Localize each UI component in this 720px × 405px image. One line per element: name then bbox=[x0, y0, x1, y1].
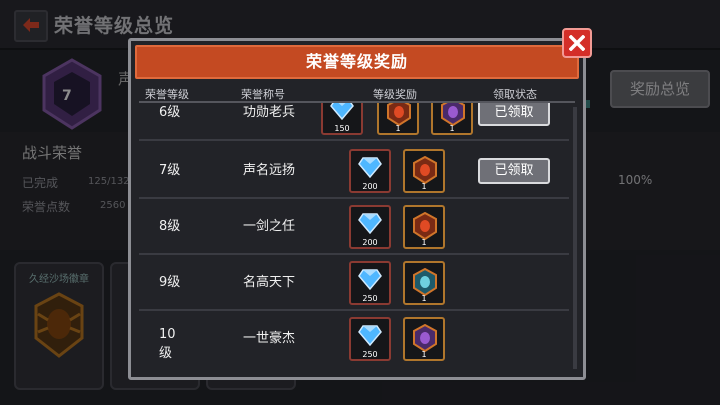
reward-count: 200 bbox=[362, 238, 378, 247]
teal-crest-icon bbox=[413, 268, 437, 296]
reward-slot[interactable]: 1 bbox=[403, 205, 445, 249]
reward-count: 150 bbox=[334, 124, 350, 133]
reward-modal: 荣誉等级奖励 荣誉等级 荣誉称号 等级奖励 领取状态 6级 功勋老兵 150 1… bbox=[128, 38, 586, 380]
list-item: 9级 名高天下 250 1 bbox=[139, 257, 569, 311]
modal-title-bar: 荣誉等级奖励 bbox=[135, 45, 579, 79]
reward-slot[interactable]: 200 bbox=[349, 205, 391, 249]
row-level: 10级 bbox=[159, 327, 176, 361]
purple-crest-icon bbox=[413, 324, 437, 352]
row-title: 名高天下 bbox=[242, 275, 295, 290]
red-crest-icon bbox=[413, 156, 437, 184]
reward-count: 1 bbox=[395, 124, 401, 133]
col-header-level: 荣誉等级 bbox=[145, 88, 189, 101]
list-item: 6级 功勋老兵 150 1 1 已领取 bbox=[139, 103, 569, 141]
col-header-reward: 等级奖励 bbox=[373, 88, 417, 101]
reward-count: 200 bbox=[362, 182, 378, 191]
close-icon bbox=[569, 35, 585, 51]
diamond-icon bbox=[358, 269, 382, 290]
claimed-button[interactable]: 已领取 bbox=[478, 158, 550, 184]
list-item: 8级 一剑之任 200 1 bbox=[139, 201, 569, 255]
claimed-button[interactable]: 已领取 bbox=[478, 103, 550, 126]
reward-count: 250 bbox=[362, 350, 378, 359]
purple-crest-icon bbox=[441, 103, 465, 126]
list-item: 10级 一世豪杰 250 1 bbox=[139, 313, 569, 367]
reward-slot[interactable]: 250 bbox=[349, 261, 391, 305]
reward-list[interactable]: 6级 功勋老兵 150 1 1 已领取 7级 声名远扬 200 1 已领取 8级… bbox=[139, 103, 569, 373]
row-divider bbox=[139, 139, 569, 141]
reward-slot[interactable]: 1 bbox=[431, 103, 473, 135]
reward-slot[interactable]: 1 bbox=[403, 149, 445, 193]
col-header-status: 领取状态 bbox=[493, 88, 537, 101]
reward-count: 1 bbox=[421, 238, 427, 247]
row-level: 9级 bbox=[159, 275, 181, 290]
reward-count: 1 bbox=[421, 182, 427, 191]
row-title: 功勋老兵 bbox=[242, 105, 295, 120]
row-level: 8级 bbox=[159, 219, 181, 234]
row-level: 7级 bbox=[159, 163, 181, 178]
red-crest-icon bbox=[413, 212, 437, 240]
reward-count: 1 bbox=[421, 350, 427, 359]
list-scrollbar[interactable] bbox=[573, 107, 577, 369]
reward-count: 1 bbox=[421, 294, 427, 303]
red-crest-icon bbox=[387, 103, 411, 126]
col-header-title: 荣誉称号 bbox=[241, 88, 285, 101]
reward-count: 250 bbox=[362, 294, 378, 303]
diamond-icon bbox=[358, 213, 382, 234]
reward-slot[interactable]: 250 bbox=[349, 317, 391, 361]
reward-count: 1 bbox=[449, 124, 455, 133]
diamond-icon bbox=[330, 103, 354, 120]
row-title: 一剑之任 bbox=[242, 219, 295, 234]
reward-slot[interactable]: 1 bbox=[403, 317, 445, 361]
reward-slot[interactable]: 1 bbox=[377, 103, 419, 135]
reward-slot[interactable]: 200 bbox=[349, 149, 391, 193]
row-title: 一世豪杰 bbox=[242, 331, 295, 346]
row-level: 6级 bbox=[159, 105, 181, 120]
diamond-icon bbox=[358, 157, 382, 178]
reward-slot[interactable]: 1 bbox=[403, 261, 445, 305]
close-button[interactable] bbox=[562, 28, 592, 58]
row-divider bbox=[139, 309, 569, 311]
row-divider bbox=[139, 197, 569, 199]
row-title: 声名远扬 bbox=[242, 163, 295, 178]
list-item: 7级 声名远扬 200 1 已领取 bbox=[139, 145, 569, 199]
modal-title: 荣誉等级奖励 bbox=[305, 52, 408, 71]
row-divider bbox=[139, 253, 569, 255]
reward-slot[interactable]: 150 bbox=[321, 103, 363, 135]
diamond-icon bbox=[358, 325, 382, 346]
